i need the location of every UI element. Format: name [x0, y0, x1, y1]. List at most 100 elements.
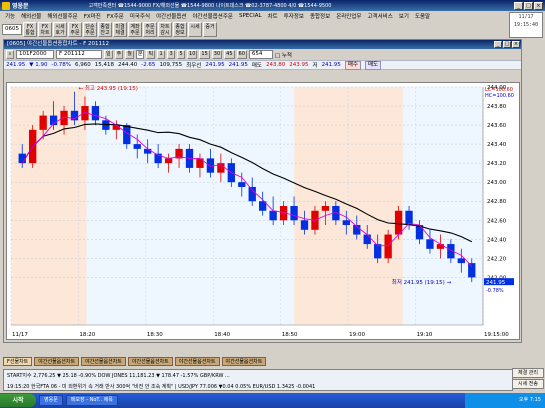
- y-tick-label: 242.80: [487, 199, 507, 205]
- fill-manage-button[interactable]: 체결 관리: [512, 368, 544, 378]
- close-button[interactable]: ×: [534, 1, 543, 10]
- start-button[interactable]: 시작: [0, 394, 36, 407]
- quote-bid1: 243.80: [266, 62, 286, 68]
- period-button[interactable]: 분: [135, 50, 145, 59]
- app-window: 영웅문 고객만족센터 ☎1544-9000 FX/해외선물 ☎1544-9800…: [0, 0, 545, 408]
- toolbar-button-bottom-label: 주문: [130, 29, 140, 36]
- last-pct-label: -0.78%: [486, 288, 504, 294]
- cumulative-checkbox[interactable]: □ 누적: [275, 51, 292, 59]
- quote-rate: -0.78%: [51, 62, 71, 68]
- quote-price: 241.95: [6, 62, 26, 68]
- menu-item[interactable]: 기능: [2, 12, 18, 20]
- taskbar-item-app[interactable]: 영웅문: [39, 395, 63, 406]
- menu-item[interactable]: 미국주식: [127, 12, 153, 20]
- x-tick-label: 19:10: [417, 332, 433, 338]
- taskbar-item-notepad[interactable]: 메모장 - NoT.. 제목: [65, 395, 118, 406]
- bottom-tab[interactable]: F선물차트: [3, 357, 33, 366]
- candle-body: [269, 210, 277, 221]
- period-button[interactable]: 주: [114, 50, 124, 59]
- menu-item[interactable]: 고객서비스: [365, 12, 396, 20]
- menu-item[interactable]: SPECIAL: [236, 13, 265, 19]
- toolbar-button-top-label: 종합: [100, 23, 110, 30]
- period-button[interactable]: 3: [167, 50, 176, 59]
- candle-body: [457, 258, 465, 264]
- symbol-code-input[interactable]: 101F2000: [16, 50, 54, 59]
- toolbar-button[interactable]: 단순 주문: [83, 21, 97, 37]
- period-button[interactable]: 1: [157, 50, 166, 59]
- menu-item[interactable]: 투자정보: [281, 12, 307, 20]
- bottom-tab[interactable]: 야간선물옵션차트: [81, 357, 126, 366]
- status-line-indices: START지수 2,776.25 ▼ 25.18 -0.90% DOW JONE…: [7, 373, 230, 379]
- menu-item[interactable]: FX마진: [81, 12, 104, 20]
- period-button[interactable]: 15: [199, 50, 210, 59]
- taskbar: 시작 영웅문 메모장 - NoT.. 제목 오후 7:15: [0, 393, 545, 408]
- quote-volume: 6,960: [74, 62, 91, 68]
- candle-body: [248, 186, 256, 202]
- period-button[interactable]: 45: [224, 50, 235, 59]
- bottom-tab[interactable]: 야간선물옵션차트: [34, 357, 80, 366]
- quote-high: 244.40: [117, 62, 138, 68]
- bar-count-input[interactable]: 654: [248, 50, 273, 59]
- toolbar-button[interactable]: 종합 잔고: [98, 21, 112, 37]
- menu-item[interactable]: 야간선물옵션: [153, 12, 189, 20]
- toolbar-button[interactable]: 증거: [203, 21, 217, 37]
- candlestick-chart[interactable]: 242.00242.20242.40242.60242.80243.00243.…: [7, 83, 521, 341]
- chart-maximize-button[interactable]: □: [503, 41, 511, 48]
- toolbar-button[interactable]: 시세: [188, 21, 202, 37]
- bottom-tab[interactable]: 야간선물옵션차트: [127, 357, 173, 366]
- menu-item[interactable]: 도움말: [412, 12, 433, 20]
- period-button[interactable]: 30: [211, 50, 223, 59]
- buy-button[interactable]: 매수: [344, 60, 361, 70]
- maximize-button[interactable]: □: [524, 1, 533, 10]
- period-button[interactable]: 틱: [146, 50, 156, 59]
- x-tick-label: 18:20: [79, 332, 95, 338]
- toolbar-button-top-label: 시세: [190, 23, 200, 30]
- screen-code-input[interactable]: 0605: [2, 23, 22, 35]
- candle-body: [321, 206, 330, 211]
- period-button[interactable]: 5: [177, 50, 186, 59]
- quote-amount: 15,418: [94, 62, 114, 68]
- toolbar-button[interactable]: 차트 감시: [158, 21, 172, 37]
- menu-item[interactable]: FX주문: [104, 12, 127, 20]
- toolbar-button[interactable]: 시세 호가: [53, 21, 67, 37]
- quote-open-interest: 109,755: [159, 62, 183, 68]
- menu-item[interactable]: 해외선물: [18, 12, 44, 20]
- quote-send-button[interactable]: 시세 전송: [512, 379, 544, 389]
- bottom-tab[interactable]: 야간선물옵션차트: [174, 357, 220, 366]
- menu-bar: 기능 해외선물 해외선물주문 FX마진 FX주문 미국주식 야간선물옵션 야간선물옵션주문 SP…: [0, 11, 545, 20]
- sell-button[interactable]: 매도: [364, 60, 382, 70]
- quote-bid-b: 241.95: [228, 62, 248, 68]
- menu-item[interactable]: 온라인업무: [333, 12, 364, 20]
- period-button[interactable]: 60: [236, 50, 247, 59]
- low-annotation: 최저 241.95 (19:15) →: [392, 278, 452, 286]
- bottom-tab[interactable]: 야간선물옵션차트: [221, 357, 267, 366]
- menu-item[interactable]: 차트: [265, 12, 281, 20]
- period-button[interactable]: 일: [104, 50, 113, 59]
- menu-item[interactable]: 보기: [396, 12, 412, 20]
- menu-item[interactable]: 야간선물옵션주문: [190, 12, 236, 20]
- title-bar: 영웅문 고객만족센터 ☎1544-9000 FX/해외선물 ☎1544-9800…: [0, 0, 545, 11]
- toolbar-button[interactable]: 종합 정보: [173, 21, 187, 37]
- chart-minimize-button[interactable]: _: [494, 41, 502, 48]
- toolbar-button-top-label: 차트: [160, 23, 170, 30]
- candle-body: [436, 244, 445, 249]
- minimize-button[interactable]: _: [514, 1, 523, 10]
- toolbar-button[interactable]: 계좌 주문: [128, 21, 142, 37]
- period-button[interactable]: 10: [187, 50, 198, 59]
- toolbar-button[interactable]: FX 차트: [38, 21, 52, 37]
- search-icon[interactable]: ⌕: [6, 50, 14, 59]
- toolbar-button[interactable]: 주문 처리: [143, 21, 157, 37]
- session-band: [294, 87, 403, 325]
- toolbar-button[interactable]: FX 주문: [68, 21, 82, 37]
- toolbar-button[interactable]: 미결 체결: [113, 21, 127, 37]
- period-button[interactable]: 월: [125, 50, 134, 59]
- menu-item[interactable]: 종합정보: [307, 12, 333, 20]
- chart-plot-area[interactable]: 242.00242.20242.40242.60242.80243.00243.…: [6, 82, 520, 340]
- session-band: [11, 87, 87, 325]
- toolbar-button[interactable]: FX 통합: [23, 21, 37, 37]
- legend-field[interactable]: F 201112: [56, 50, 102, 59]
- candle-body: [374, 244, 382, 259]
- chart-close-button[interactable]: ×: [512, 41, 520, 48]
- toolbar-button-bottom-label: 호가: [55, 29, 65, 36]
- menu-item[interactable]: 해외선물주문: [44, 12, 80, 20]
